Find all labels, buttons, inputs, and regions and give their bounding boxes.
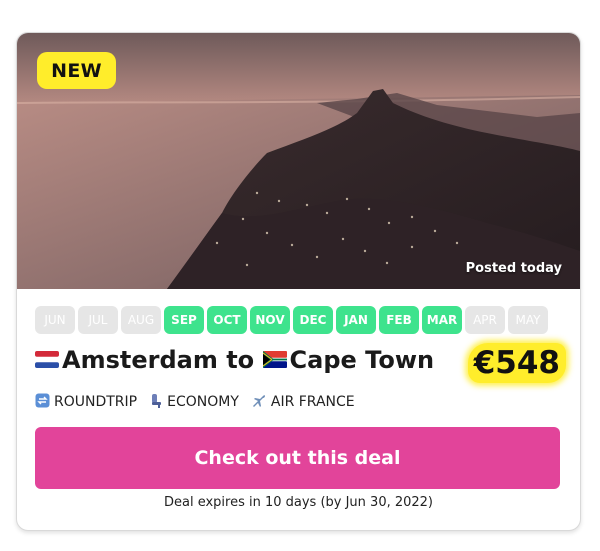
- check-out-deal-button[interactable]: Check out this deal: [35, 427, 560, 489]
- destination-city: Cape Town: [289, 346, 435, 374]
- route-connector: to: [226, 346, 255, 374]
- month-chip-oct: OCT: [207, 306, 247, 334]
- month-chip-may: MAY: [508, 306, 548, 334]
- deal-details: ROUNDTRIP ECONOMY AIR FRANCE: [35, 392, 367, 412]
- month-chip-feb: FEB: [379, 306, 419, 334]
- month-chip-jul: JUL: [78, 306, 118, 334]
- month-chip-aug: AUG: [121, 306, 161, 334]
- airplane-icon: [251, 392, 271, 412]
- month-chip-jun: JUN: [35, 306, 75, 334]
- month-chip-nov: NOV: [250, 306, 290, 334]
- cabin-class-label: ECONOMY: [167, 394, 239, 410]
- airline: AIR FRANCE: [251, 392, 355, 412]
- cabin-class: ECONOMY: [149, 393, 239, 412]
- seat-icon: [149, 393, 167, 412]
- month-chip-jan: JAN: [336, 306, 376, 334]
- route-title: Amsterdam to Cape Town: [35, 346, 434, 374]
- netherlands-flag-icon: [35, 346, 59, 374]
- trip-type-label: ROUNDTRIP: [54, 394, 138, 410]
- airline-label: AIR FRANCE: [270, 394, 355, 410]
- month-chip-mar: MAR: [422, 306, 462, 334]
- roundtrip-icon: [35, 393, 54, 412]
- hero-image[interactable]: NEW Posted today: [17, 33, 580, 289]
- month-chip-dec: DEC: [293, 306, 333, 334]
- trip-type: ROUNDTRIP: [35, 393, 137, 412]
- deal-card[interactable]: NEW Posted today JUN JUL AUG SEP OCT NOV DEC JA…: [16, 32, 581, 531]
- month-chip-apr: APR: [465, 306, 505, 334]
- south-africa-flag-icon: [262, 346, 287, 374]
- month-chip-sep: SEP: [164, 306, 204, 334]
- new-badge: NEW: [37, 52, 116, 89]
- travel-months: JUN JUL AUG SEP OCT NOV DEC JAN FEB MAR APR MAY: [35, 306, 548, 334]
- posted-label: Posted today: [465, 261, 562, 276]
- deal-price: €548: [467, 343, 566, 383]
- origin-city: Amsterdam: [62, 346, 218, 374]
- deal-expiry-text: Deal expires in 10 days (by Jun 30, 2022…: [163, 495, 434, 510]
